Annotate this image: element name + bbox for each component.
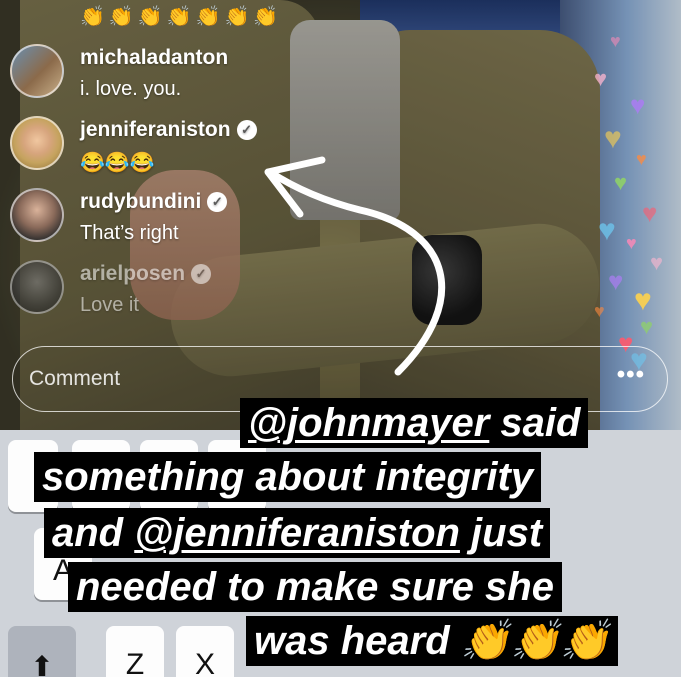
story-caption: @johnmayer said something about integrit… [0, 0, 681, 677]
caption-line-2: something about integrity [34, 452, 542, 502]
caption-line-1: @johnmayer said [240, 398, 589, 448]
caption-line-4: needed to make sure she [68, 562, 562, 612]
caption-line-5: was heard 👏👏👏 [246, 616, 619, 666]
caption-text: and [52, 511, 135, 555]
caption-mention[interactable]: @johnmayer [248, 401, 489, 445]
caption-text: was heard [254, 619, 450, 663]
clapping-hands-emoji: 👏👏👏 [460, 619, 611, 663]
caption-line-3: and @jenniferaniston just [44, 508, 551, 558]
caption-text: just [459, 511, 543, 555]
caption-mention[interactable]: @jenniferaniston [134, 511, 460, 555]
caption-text: said [489, 401, 581, 445]
